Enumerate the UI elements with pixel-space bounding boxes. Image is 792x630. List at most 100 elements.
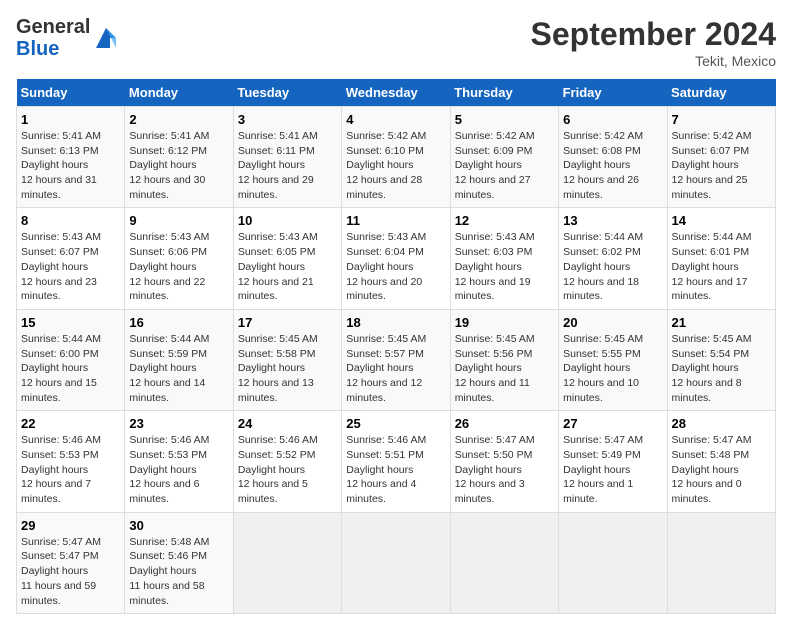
- location: Tekit, Mexico: [531, 53, 776, 69]
- day-number: 21: [672, 315, 771, 330]
- day-number: 17: [238, 315, 337, 330]
- day-number: 1: [21, 112, 120, 127]
- calendar-body: 1 Sunrise: 5:41 AMSunset: 6:13 PMDaylight…: [17, 107, 776, 614]
- day-info: Sunrise: 5:42 AMSunset: 6:10 PMDaylight …: [346, 129, 445, 202]
- month-title: September 2024: [531, 16, 776, 53]
- day-info: Sunrise: 5:45 AMSunset: 5:58 PMDaylight …: [238, 332, 337, 405]
- day-cell-14: 14 Sunrise: 5:44 AMSunset: 6:01 PMDayligh…: [667, 208, 775, 309]
- col-thursday: Thursday: [450, 79, 558, 107]
- day-info: Sunrise: 5:44 AMSunset: 6:00 PMDaylight …: [21, 332, 120, 405]
- day-number: 11: [346, 213, 445, 228]
- day-cell-17: 17 Sunrise: 5:45 AMSunset: 5:58 PMDayligh…: [233, 309, 341, 410]
- day-number: 28: [672, 416, 771, 431]
- day-cell-13: 13 Sunrise: 5:44 AMSunset: 6:02 PMDayligh…: [559, 208, 667, 309]
- day-info: Sunrise: 5:45 AMSunset: 5:57 PMDaylight …: [346, 332, 445, 405]
- week-row-3: 15 Sunrise: 5:44 AMSunset: 6:00 PMDayligh…: [17, 309, 776, 410]
- day-cell-23: 23 Sunrise: 5:46 AMSunset: 5:53 PMDayligh…: [125, 411, 233, 512]
- day-info: Sunrise: 5:47 AMSunset: 5:47 PMDaylight …: [21, 535, 120, 608]
- day-cell-30: 30 Sunrise: 5:48 AMSunset: 5:46 PMDayligh…: [125, 512, 233, 613]
- day-number: 27: [563, 416, 662, 431]
- day-info: Sunrise: 5:43 AMSunset: 6:04 PMDaylight …: [346, 230, 445, 303]
- day-number: 10: [238, 213, 337, 228]
- day-number: 6: [563, 112, 662, 127]
- day-cell-18: 18 Sunrise: 5:45 AMSunset: 5:57 PMDayligh…: [342, 309, 450, 410]
- day-number: 5: [455, 112, 554, 127]
- empty-cell: [559, 512, 667, 613]
- day-number: 26: [455, 416, 554, 431]
- empty-cell: [342, 512, 450, 613]
- day-info: Sunrise: 5:47 AMSunset: 5:50 PMDaylight …: [455, 433, 554, 506]
- day-cell-21: 21Sunrise: 5:45 AMSunset: 5:54 PMDayligh…: [667, 309, 775, 410]
- day-number: 13: [563, 213, 662, 228]
- col-sunday: Sunday: [17, 79, 125, 107]
- day-number: 12: [455, 213, 554, 228]
- day-info: Sunrise: 5:41 AMSunset: 6:13 PMDaylight …: [21, 129, 120, 202]
- day-info: Sunrise: 5:44 AMSunset: 6:01 PMDaylight …: [672, 230, 771, 303]
- day-number: 14: [672, 213, 771, 228]
- empty-cell: [450, 512, 558, 613]
- day-info: Sunrise: 5:44 AMSunset: 6:02 PMDaylight …: [563, 230, 662, 303]
- title-block: September 2024 Tekit, Mexico: [531, 16, 776, 69]
- day-number: 2: [129, 112, 228, 127]
- day-number: 18: [346, 315, 445, 330]
- day-cell-8: 8Sunrise: 5:43 AMSunset: 6:07 PMDaylight…: [17, 208, 125, 309]
- day-number: 4: [346, 112, 445, 127]
- day-info: Sunrise: 5:48 AMSunset: 5:46 PMDaylight …: [129, 535, 228, 608]
- header-row: Sunday Monday Tuesday Wednesday Thursday…: [17, 79, 776, 107]
- day-cell-10: 10Sunrise: 5:43 AMSunset: 6:05 PMDayligh…: [233, 208, 341, 309]
- col-wednesday: Wednesday: [342, 79, 450, 107]
- day-cell-4: 4 Sunrise: 5:42 AMSunset: 6:10 PMDaylight…: [342, 107, 450, 208]
- logo-text: General Blue: [16, 16, 90, 60]
- day-number: 15: [21, 315, 120, 330]
- day-cell-11: 11 Sunrise: 5:43 AMSunset: 6:04 PMDayligh…: [342, 208, 450, 309]
- day-cell-7: 7 Sunrise: 5:42 AMSunset: 6:07 PMDaylight…: [667, 107, 775, 208]
- col-saturday: Saturday: [667, 79, 775, 107]
- empty-cell: [667, 512, 775, 613]
- day-cell-9: 9Sunrise: 5:43 AMSunset: 6:06 PMDaylight…: [125, 208, 233, 309]
- day-info: Sunrise: 5:46 AMSunset: 5:53 PMDaylight …: [129, 433, 228, 506]
- day-number: 23: [129, 416, 228, 431]
- day-number: 29: [21, 518, 120, 533]
- day-info: Sunrise: 5:47 AMSunset: 5:48 PMDaylight …: [672, 433, 771, 506]
- day-cell-16: 16 Sunrise: 5:44 AMSunset: 5:59 PMDayligh…: [125, 309, 233, 410]
- day-number: 25: [346, 416, 445, 431]
- logo-general: General: [16, 16, 90, 38]
- logo: General Blue: [16, 16, 120, 60]
- week-row-4: 22 Sunrise: 5:46 AMSunset: 5:53 PMDayligh…: [17, 411, 776, 512]
- day-info: Sunrise: 5:42 AMSunset: 6:09 PMDaylight …: [455, 129, 554, 202]
- day-info: Sunrise: 5:45 AMSunset: 5:55 PMDaylight …: [563, 332, 662, 405]
- page-header: General Blue September 2024 Tekit, Mexic…: [16, 16, 776, 69]
- day-cell-20: 20Sunrise: 5:45 AMSunset: 5:55 PMDayligh…: [559, 309, 667, 410]
- day-cell-3: 3Sunrise: 5:41 AMSunset: 6:11 PMDaylight…: [233, 107, 341, 208]
- day-cell-6: 6 Sunrise: 5:42 AMSunset: 6:08 PMDaylight…: [559, 107, 667, 208]
- day-info: Sunrise: 5:43 AMSunset: 6:03 PMDaylight …: [455, 230, 554, 303]
- logo-blue: Blue: [16, 38, 59, 60]
- day-number: 19: [455, 315, 554, 330]
- day-number: 3: [238, 112, 337, 127]
- col-tuesday: Tuesday: [233, 79, 341, 107]
- day-number: 9: [129, 213, 228, 228]
- day-number: 16: [129, 315, 228, 330]
- day-number: 7: [672, 112, 771, 127]
- day-cell-27: 27Sunrise: 5:47 AMSunset: 5:49 PMDayligh…: [559, 411, 667, 512]
- day-info: Sunrise: 5:44 AMSunset: 5:59 PMDaylight …: [129, 332, 228, 405]
- col-friday: Friday: [559, 79, 667, 107]
- day-info: Sunrise: 5:45 AMSunset: 5:56 PMDaylight …: [455, 332, 554, 405]
- day-cell-22: 22 Sunrise: 5:46 AMSunset: 5:53 PMDayligh…: [17, 411, 125, 512]
- day-cell-12: 12 Sunrise: 5:43 AMSunset: 6:03 PMDayligh…: [450, 208, 558, 309]
- day-info: Sunrise: 5:46 AMSunset: 5:53 PMDaylight …: [21, 433, 120, 506]
- day-info: Sunrise: 5:41 AMSunset: 6:12 PMDaylight …: [129, 129, 228, 202]
- day-cell-24: 24Sunrise: 5:46 AMSunset: 5:52 PMDayligh…: [233, 411, 341, 512]
- day-cell-1: 1 Sunrise: 5:41 AMSunset: 6:13 PMDaylight…: [17, 107, 125, 208]
- day-number: 24: [238, 416, 337, 431]
- day-info: Sunrise: 5:43 AMSunset: 6:07 PMDaylight …: [21, 230, 120, 303]
- day-info: Sunrise: 5:42 AMSunset: 6:08 PMDaylight …: [563, 129, 662, 202]
- day-info: Sunrise: 5:46 AMSunset: 5:51 PMDaylight …: [346, 433, 445, 506]
- day-cell-25: 25 Sunrise: 5:46 AMSunset: 5:51 PMDayligh…: [342, 411, 450, 512]
- day-cell-29: 29 Sunrise: 5:47 AMSunset: 5:47 PMDayligh…: [17, 512, 125, 613]
- day-number: 30: [129, 518, 228, 533]
- week-row-5: 29 Sunrise: 5:47 AMSunset: 5:47 PMDayligh…: [17, 512, 776, 613]
- day-number: 22: [21, 416, 120, 431]
- week-row-2: 8Sunrise: 5:43 AMSunset: 6:07 PMDaylight…: [17, 208, 776, 309]
- day-info: Sunrise: 5:42 AMSunset: 6:07 PMDaylight …: [672, 129, 771, 202]
